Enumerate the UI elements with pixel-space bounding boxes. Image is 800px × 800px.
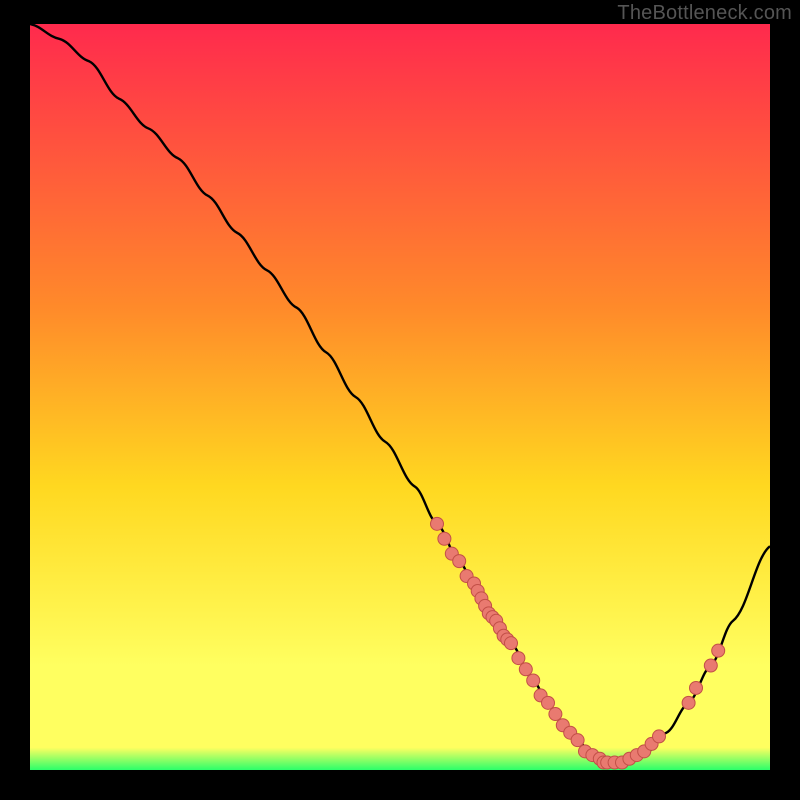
data-dot	[453, 555, 466, 568]
gradient-background	[30, 24, 770, 770]
data-dot	[431, 517, 444, 530]
data-dot	[682, 696, 695, 709]
data-dot	[712, 644, 725, 657]
data-dot	[505, 637, 518, 650]
data-dot	[690, 681, 703, 694]
chart-outer-frame: TheBottleneck.com	[0, 0, 800, 800]
chart-plot-area	[30, 24, 770, 770]
data-dot	[704, 659, 717, 672]
data-dot	[571, 734, 584, 747]
data-dot	[527, 674, 540, 687]
data-dot	[519, 663, 532, 676]
chart-svg	[30, 24, 770, 770]
data-dot	[512, 652, 525, 665]
data-dot	[542, 696, 555, 709]
data-dot	[653, 730, 666, 743]
data-dot	[549, 708, 562, 721]
data-dot	[438, 532, 451, 545]
watermark-text: TheBottleneck.com	[617, 2, 792, 25]
